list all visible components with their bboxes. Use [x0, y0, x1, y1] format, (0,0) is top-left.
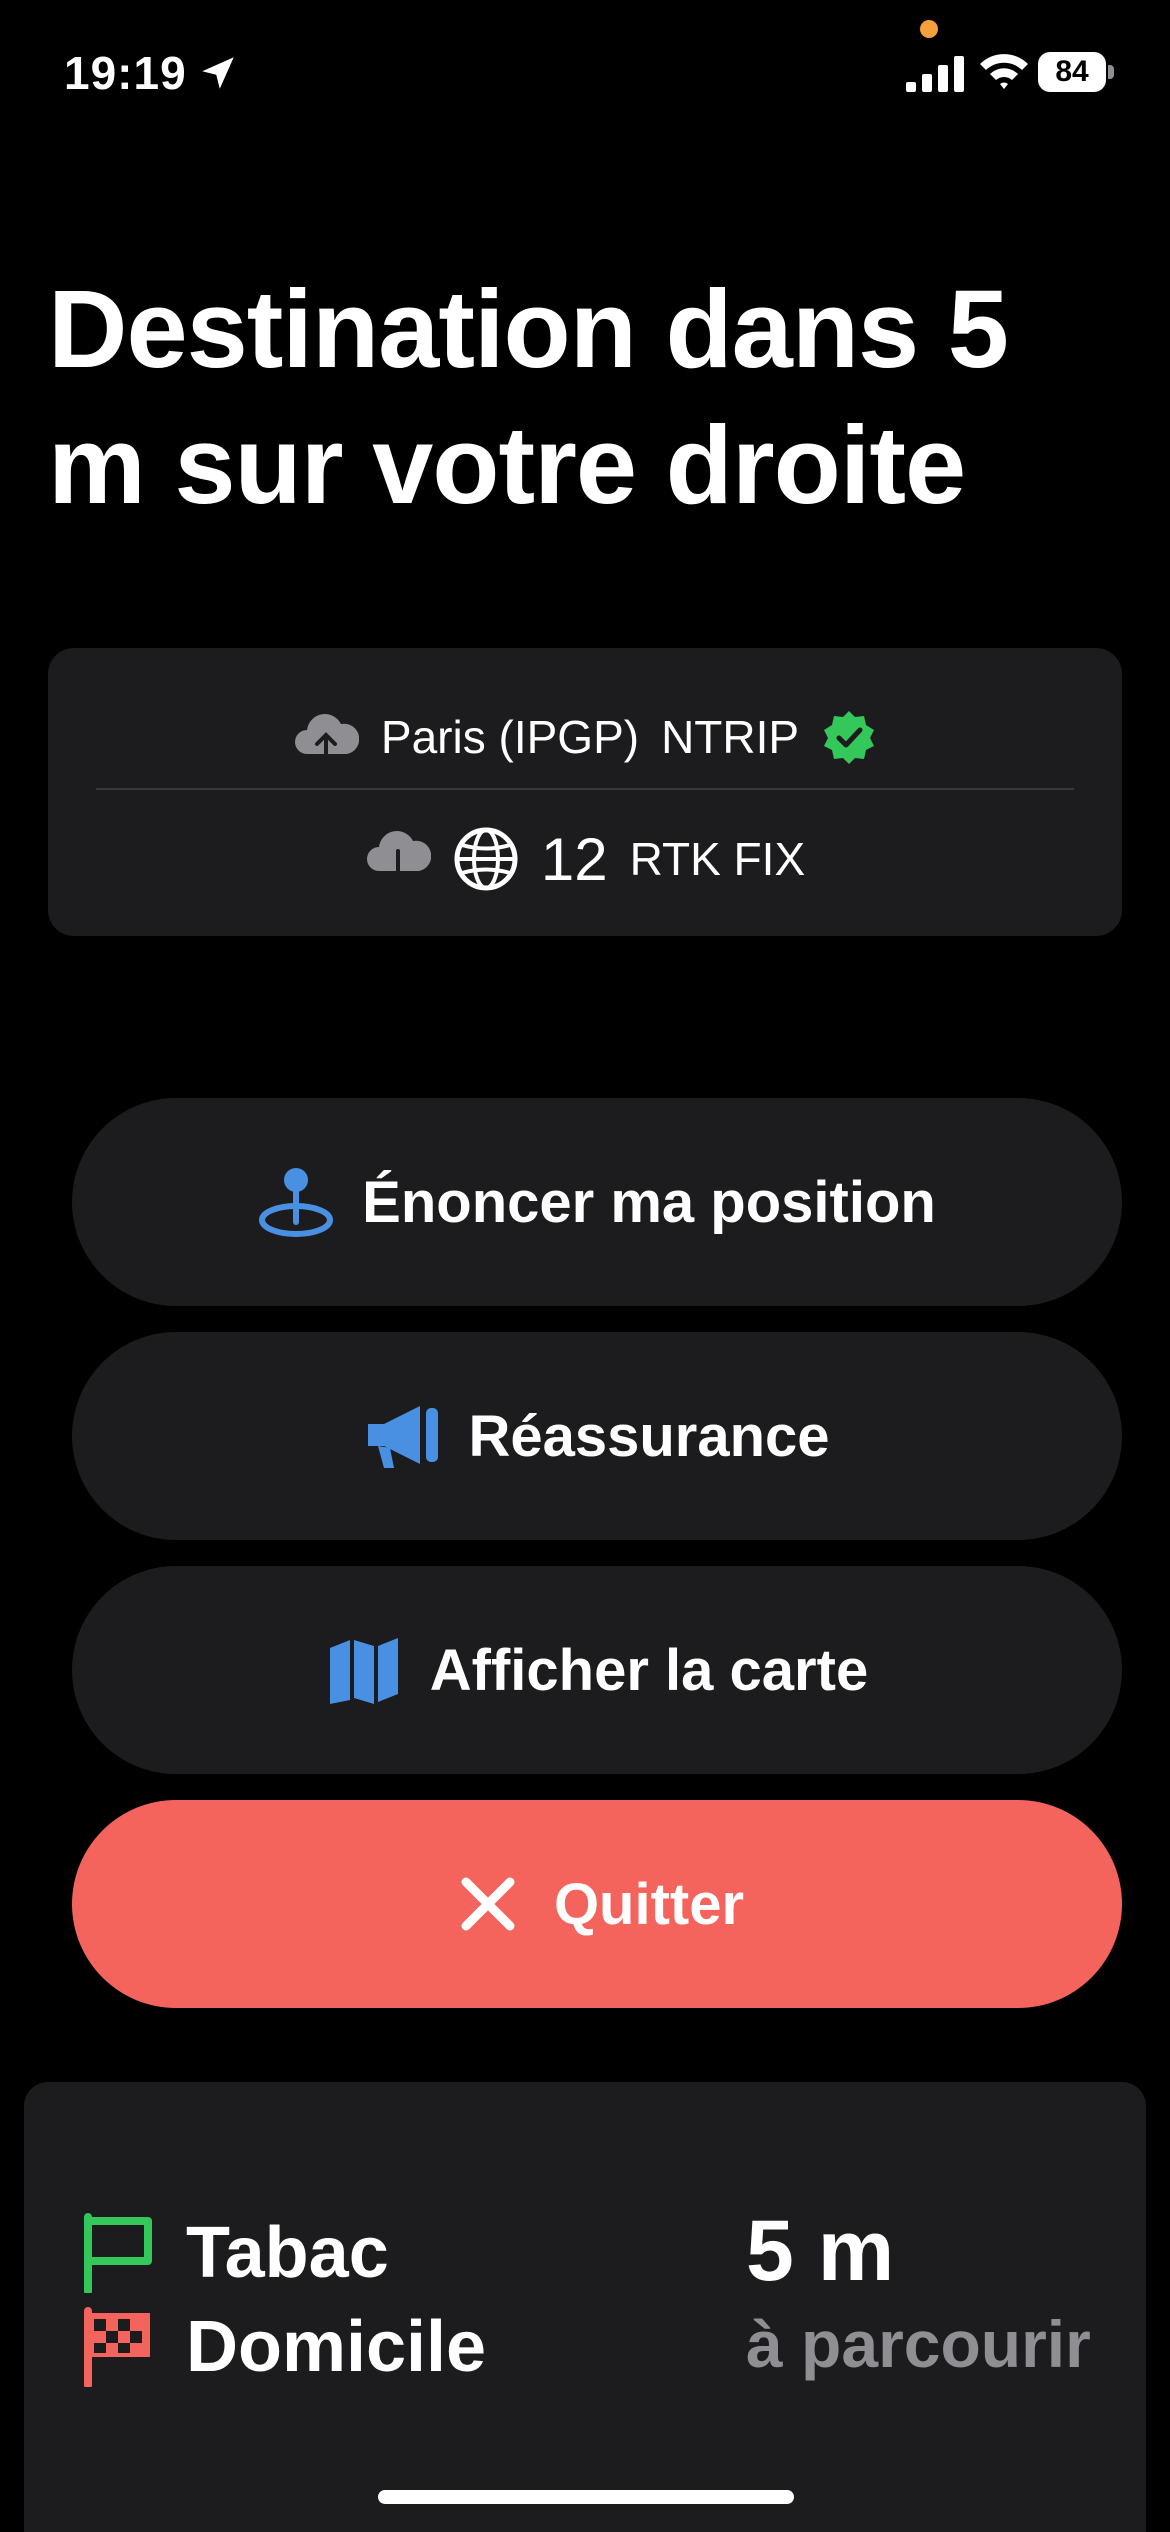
fix-status: RTK FIX: [629, 833, 806, 885]
close-icon: [450, 1866, 526, 1942]
map-icon: [326, 1632, 402, 1708]
show-map-button[interactable]: Afficher la carte: [72, 1566, 1122, 1774]
announce-position-button[interactable]: Énoncer ma position: [72, 1098, 1122, 1306]
navigation-instruction: Destination dans 5 m sur votre droite: [48, 268, 1009, 527]
remaining-distance: 5 m: [746, 2203, 895, 2299]
gps-card-divider: [96, 788, 1074, 790]
navigation-screen: 19:19 84 Destination dans 5 m sur votre …: [0, 0, 1170, 2532]
ntrip-source-name: Paris (IPGP): [380, 711, 640, 763]
satellite-fix-row: 12 RTK FIX: [48, 814, 1122, 904]
privacy-indicator-dot: [920, 20, 938, 38]
announce-position-label: Énoncer ma position: [362, 1169, 936, 1235]
show-map-label: Afficher la carte: [429, 1637, 869, 1703]
signal-icon: [906, 56, 964, 92]
map-pin-icon: [258, 1164, 334, 1240]
home-indicator[interactable]: [378, 2490, 794, 2504]
ntrip-protocol: NTRIP: [661, 711, 800, 763]
verified-check-icon: [824, 711, 875, 764]
status-bar: 19:19 84: [0, 0, 1170, 140]
cloud-upload-icon: [294, 714, 359, 762]
finish-flag-icon: [84, 2307, 150, 2387]
battery-tip: [1108, 65, 1114, 79]
reassurance-button[interactable]: Réassurance: [72, 1332, 1122, 1540]
time-text: 19:19: [64, 47, 187, 99]
destination-name: Domicile: [186, 2307, 487, 2387]
quit-button[interactable]: Quitter: [72, 1800, 1122, 2008]
location-arrow-icon: [201, 57, 234, 89]
quit-label: Quitter: [553, 1871, 745, 1937]
battery-level: 84: [1038, 52, 1106, 92]
start-flag-icon: [84, 2213, 152, 2293]
battery-icon: 84: [1038, 52, 1114, 92]
origin-row: Tabac: [80, 2212, 389, 2294]
cloud-download-icon: [366, 831, 431, 887]
remaining-distance-label: à parcourir: [746, 2307, 1091, 2381]
megaphone-icon: [364, 1398, 440, 1474]
trip-summary-card: Tabac Domicile 5 m à parcourir: [24, 2082, 1146, 2532]
ntrip-source-row: Paris (IPGP) NTRIP: [48, 692, 1122, 782]
status-time: 19:19: [64, 46, 239, 100]
satellite-count: 12: [540, 825, 608, 893]
destination-row: Domicile: [80, 2306, 486, 2388]
gps-status-card: Paris (IPGP) NTRIP 12 RTK FIX: [48, 648, 1122, 936]
origin-name: Tabac: [186, 2213, 389, 2293]
globe-icon: [454, 827, 518, 891]
wifi-icon: [980, 54, 1028, 89]
reassurance-label: Réassurance: [468, 1403, 830, 1469]
